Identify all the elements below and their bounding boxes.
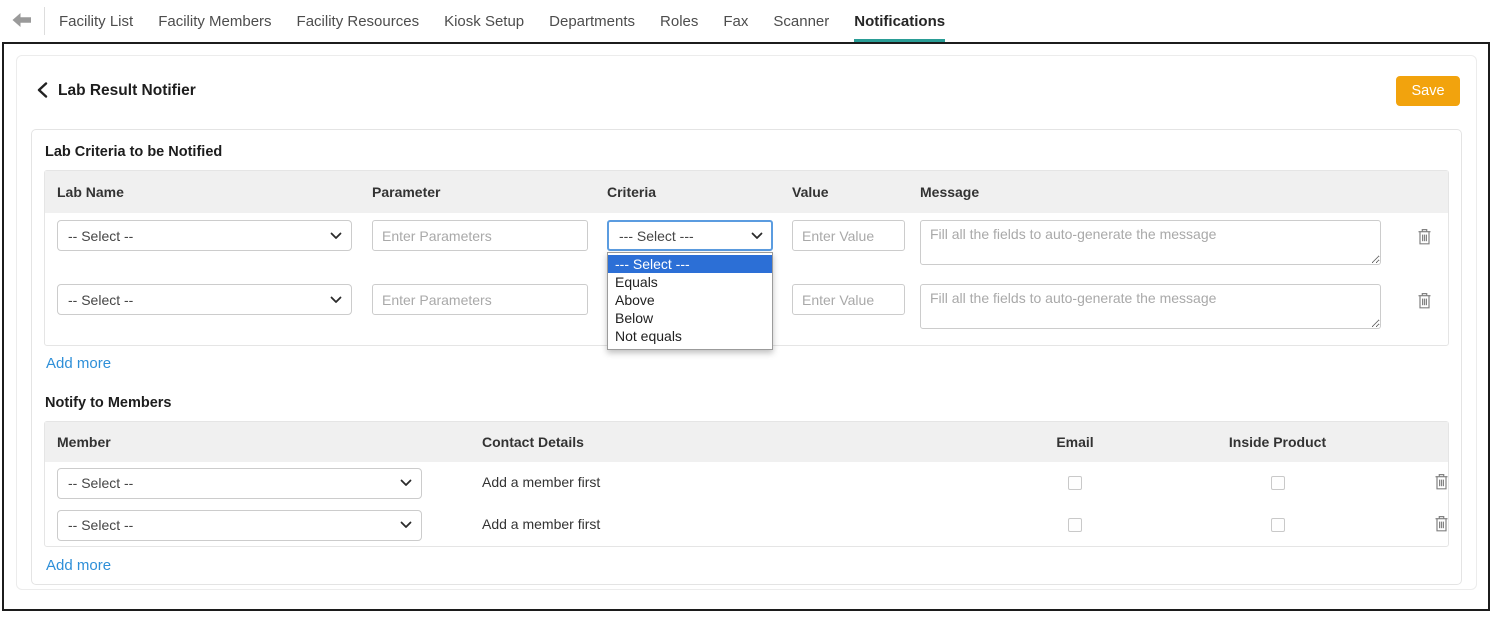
nav-back-button[interactable] xyxy=(0,0,44,42)
page-title: Lab Result Notifier xyxy=(58,82,196,100)
message-textarea[interactable] xyxy=(920,220,1381,265)
dropdown-option-below[interactable]: Below xyxy=(608,309,772,327)
dropdown-option-select[interactable]: --- Select --- xyxy=(608,255,772,273)
lab-name-select[interactable]: -- Select -- xyxy=(57,220,352,251)
tab-scanner[interactable]: Scanner xyxy=(773,0,829,42)
email-checkbox[interactable] xyxy=(1068,476,1082,490)
parameter-input[interactable] xyxy=(372,284,588,315)
inside-product-checkbox[interactable] xyxy=(1271,476,1285,490)
chevron-left-icon xyxy=(37,82,48,101)
notify-members-table: Member Contact Details Email Inside Prod… xyxy=(44,421,1449,547)
email-checkbox[interactable] xyxy=(1068,518,1082,532)
content-sheet: Lab Result Notifier Save Lab Criteria to… xyxy=(16,55,1477,590)
page-header: Lab Result Notifier Save xyxy=(31,70,1462,112)
dropdown-option-equals[interactable]: Equals xyxy=(608,273,772,291)
inside-product-checkbox[interactable] xyxy=(1271,518,1285,532)
delete-row-button[interactable] xyxy=(1415,290,1434,314)
arrow-left-icon xyxy=(12,13,32,30)
lab-name-select[interactable]: -- Select -- xyxy=(57,284,352,315)
column-header-criteria: Criteria xyxy=(595,184,780,200)
notify-members-table-header: Member Contact Details Email Inside Prod… xyxy=(45,422,1448,462)
column-header-parameter: Parameter xyxy=(360,184,595,200)
save-button[interactable]: Save xyxy=(1396,76,1460,106)
delete-member-button[interactable] xyxy=(1432,471,1451,495)
column-header-inside-product: Inside Product xyxy=(1135,434,1420,450)
criteria-select[interactable]: --- Select --- xyxy=(607,220,773,251)
column-header-member: Member xyxy=(45,434,470,450)
value-input[interactable] xyxy=(792,284,905,315)
contact-details-text: Add a member first xyxy=(482,516,600,532)
tab-notifications[interactable]: Notifications xyxy=(854,0,945,42)
trash-icon xyxy=(1417,233,1432,248)
member-row: -- Select -- Add a member first xyxy=(45,462,1448,504)
add-more-criteria-link[interactable]: Add more xyxy=(46,355,111,372)
column-header-message: Message xyxy=(908,184,1386,200)
column-header-email: Email xyxy=(1015,434,1135,450)
tab-fax[interactable]: Fax xyxy=(723,0,748,42)
member-select[interactable]: -- Select -- xyxy=(57,468,422,499)
dropdown-option-above[interactable]: Above xyxy=(608,291,772,309)
tab-kiosk-setup[interactable]: Kiosk Setup xyxy=(444,0,524,42)
tab-bar: Facility List Facility Members Facility … xyxy=(59,0,945,42)
contact-details-text: Add a member first xyxy=(482,474,600,490)
message-textarea[interactable] xyxy=(920,284,1381,329)
top-nav: Facility List Facility Members Facility … xyxy=(0,0,1493,42)
tab-facility-list[interactable]: Facility List xyxy=(59,0,133,42)
member-select[interactable]: -- Select -- xyxy=(57,510,422,541)
criteria-dropdown-list: --- Select --- Equals Above Below Not eq… xyxy=(607,252,773,350)
notify-members-section-title: Notify to Members xyxy=(44,373,1449,421)
value-input[interactable] xyxy=(792,220,905,251)
trash-icon xyxy=(1434,520,1449,535)
trash-icon xyxy=(1434,478,1449,493)
lab-criteria-table: Lab Name Parameter Criteria Value Messag… xyxy=(44,170,1449,346)
dropdown-option-not-equals[interactable]: Not equals xyxy=(608,327,772,345)
tab-facility-members[interactable]: Facility Members xyxy=(158,0,271,42)
lab-criteria-row: -- Select -- xyxy=(45,220,1448,270)
tab-roles[interactable]: Roles xyxy=(660,0,698,42)
tab-departments[interactable]: Departments xyxy=(549,0,635,42)
column-header-lab-name: Lab Name xyxy=(45,184,360,200)
parameter-input[interactable] xyxy=(372,220,588,251)
column-header-value: Value xyxy=(780,184,908,200)
nav-divider xyxy=(44,7,45,35)
tab-facility-resources[interactable]: Facility Resources xyxy=(297,0,420,42)
member-row: -- Select -- Add a member first xyxy=(45,504,1448,546)
add-more-members-link[interactable]: Add more xyxy=(46,557,111,574)
lab-criteria-table-header: Lab Name Parameter Criteria Value Messag… xyxy=(45,171,1448,213)
trash-icon xyxy=(1417,297,1432,312)
lab-criteria-section-title: Lab Criteria to be Notified xyxy=(44,142,1449,170)
page-back-button[interactable] xyxy=(33,82,58,101)
notifier-card: Lab Criteria to be Notified Lab Name Par… xyxy=(31,129,1462,585)
column-header-contact-details: Contact Details xyxy=(470,434,1015,450)
delete-row-button[interactable] xyxy=(1415,226,1434,250)
delete-member-button[interactable] xyxy=(1432,513,1451,537)
main-panel: Lab Result Notifier Save Lab Criteria to… xyxy=(2,42,1490,611)
